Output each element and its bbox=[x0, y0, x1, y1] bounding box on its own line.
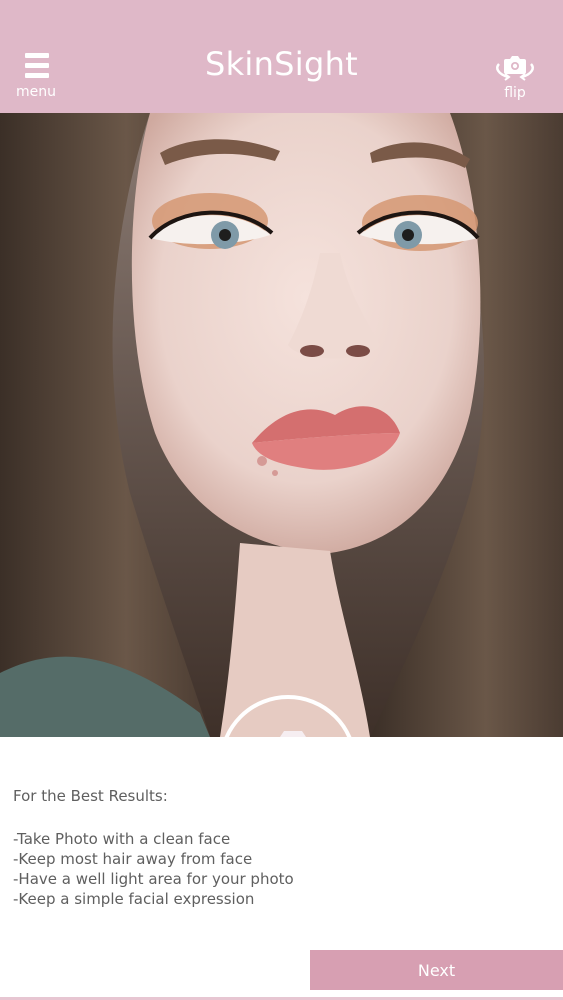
next-button[interactable]: Next bbox=[310, 950, 563, 990]
tip-item: -Keep a simple facial expression bbox=[13, 890, 255, 908]
face-preview-image bbox=[0, 113, 563, 737]
app-title: SkinSight bbox=[204, 45, 359, 83]
tip-item: -Keep most hair away from face bbox=[13, 850, 253, 868]
flip-label: flip bbox=[504, 85, 526, 101]
tips-heading: For the Best Results: bbox=[13, 787, 168, 805]
tip-item: -Take Photo with a clean face bbox=[13, 830, 231, 848]
photo-tips: For the Best Results: -Take Photo with a… bbox=[13, 787, 294, 909]
flip-camera-icon bbox=[496, 56, 534, 81]
top-app-bar: menu SkinSight flip bbox=[0, 0, 563, 113]
camera-preview[interactable] bbox=[0, 113, 563, 737]
tip-item: -Have a well light area for your photo bbox=[13, 870, 294, 888]
menu-label: menu bbox=[16, 84, 56, 100]
camera-icon bbox=[280, 731, 306, 737]
flip-camera-button[interactable]: flip bbox=[488, 48, 542, 104]
